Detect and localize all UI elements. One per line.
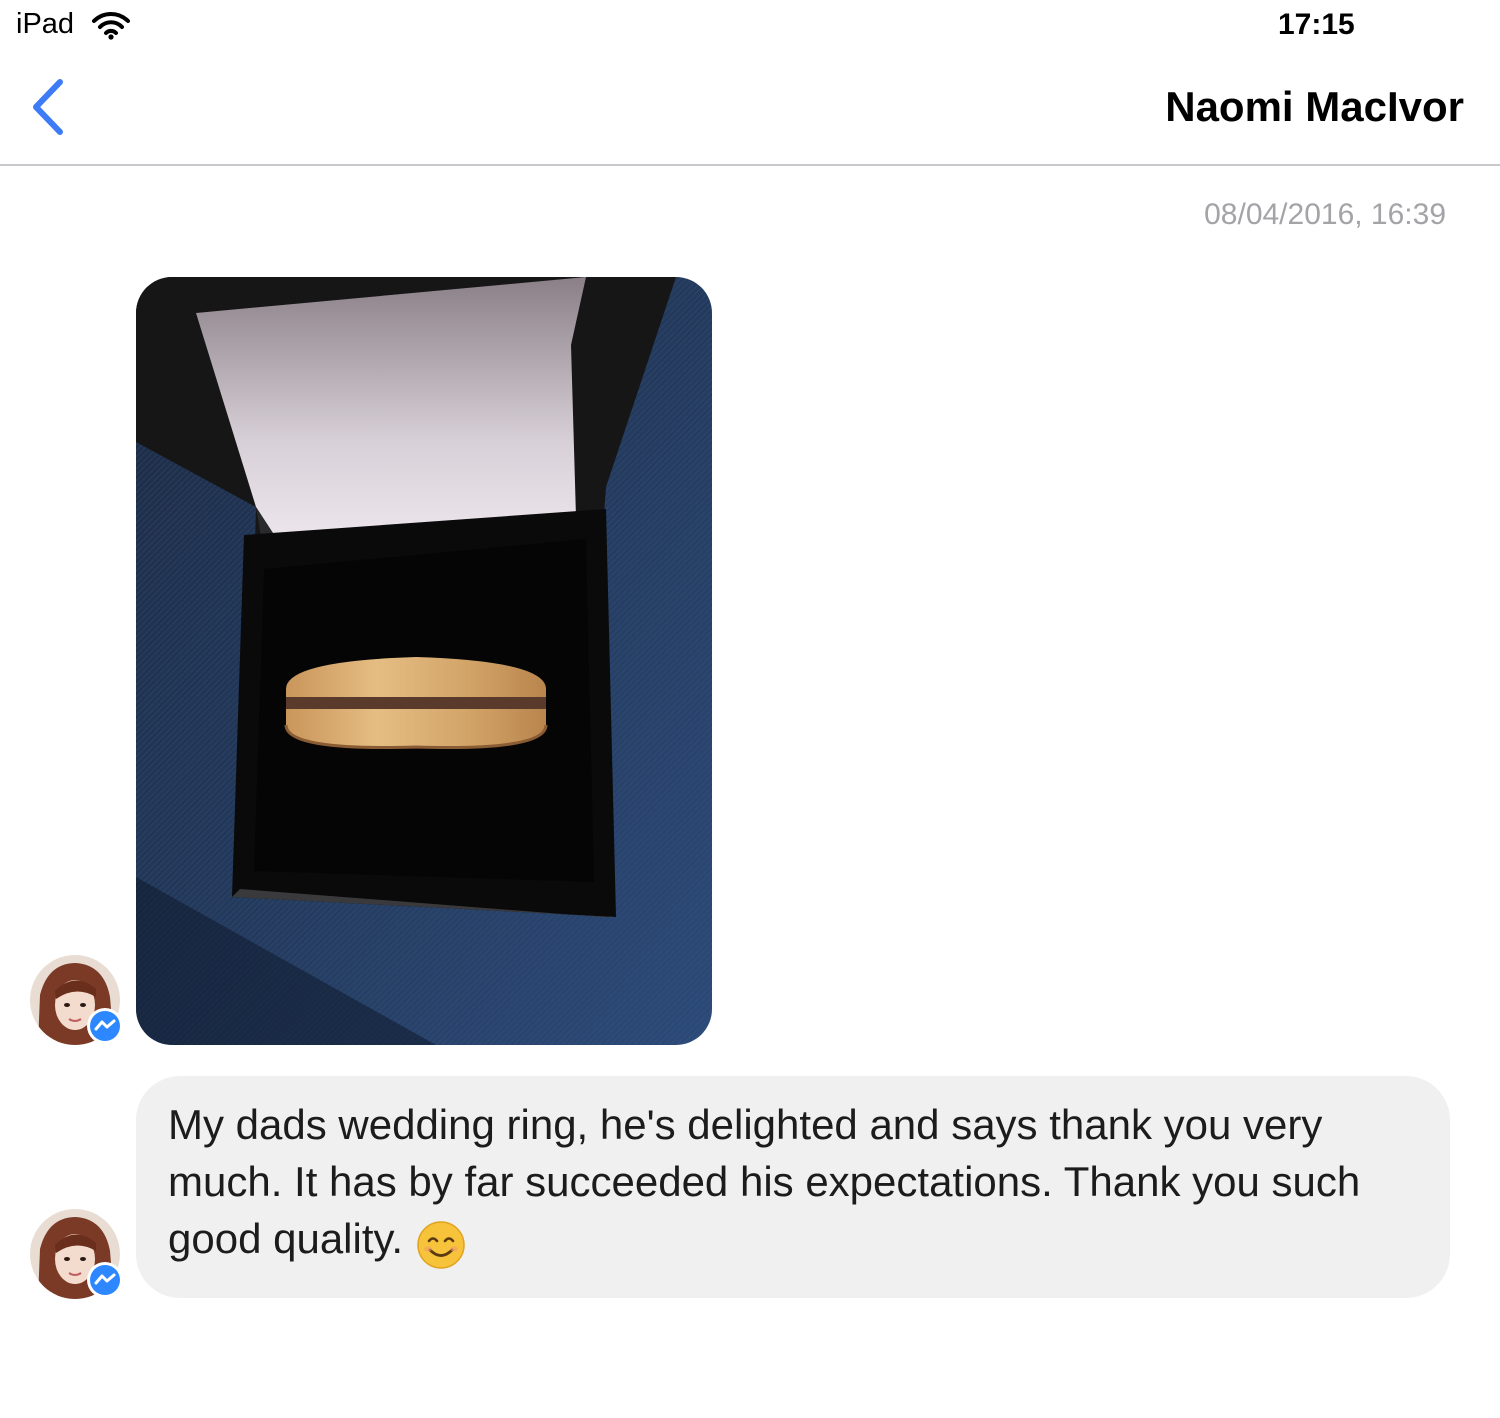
chevron-left-icon <box>33 79 63 135</box>
status-bar: iPad 17:15 <box>0 0 1500 56</box>
smiling-face-emoji <box>416 1221 465 1269</box>
messenger-screen: iPad 17:15 Naomi MacIvor 08/04/2016, 16:… <box>0 0 1500 1418</box>
back-button[interactable] <box>24 74 80 144</box>
message-timestamp: 08/04/2016, 16:39 <box>1204 198 1446 231</box>
device-name: iPad <box>16 8 75 40</box>
sender-avatar[interactable] <box>30 955 123 1045</box>
photo-message[interactable] <box>136 277 712 1045</box>
status-time: 17:15 <box>1278 8 1355 41</box>
messenger-badge-icon <box>87 1008 123 1044</box>
messenger-badge-icon <box>87 1262 123 1298</box>
wifi-icon <box>92 11 130 40</box>
message-text: My dads wedding ring, he's delighted and… <box>168 1101 1361 1263</box>
text-message-bubble[interactable]: My dads wedding ring, he's delighted and… <box>136 1076 1450 1298</box>
contact-name: Naomi MacIvor <box>1165 83 1464 130</box>
ring-box-photo <box>136 277 712 1045</box>
nav-bar: Naomi MacIvor <box>0 56 1500 166</box>
sender-avatar[interactable] <box>30 1209 123 1299</box>
